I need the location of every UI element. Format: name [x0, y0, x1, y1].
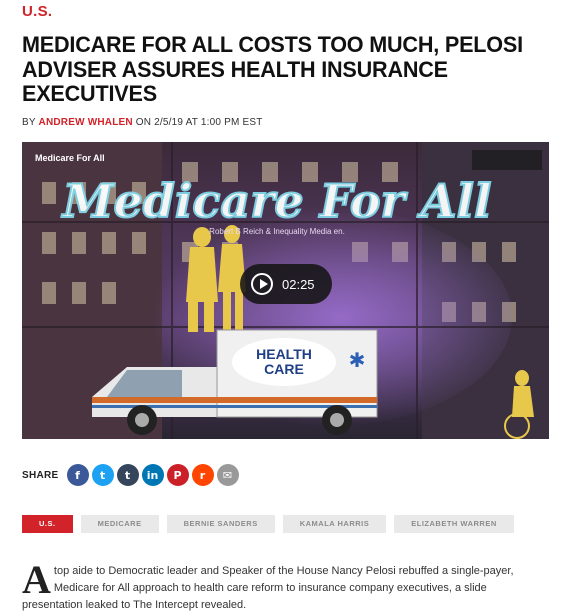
- tag-list: U.S. MEDICARE BERNIE SANDERS KAMALA HARR…: [22, 515, 522, 533]
- headline: MEDICARE FOR ALL COSTS TOO MUCH, PELOSI …: [22, 32, 523, 106]
- ambulance-label-line1: HEALTH: [256, 346, 312, 362]
- byline-prefix: BY: [22, 117, 36, 128]
- email-share-button[interactable]: ✉: [216, 464, 239, 486]
- share-bar: SHARE f t t in P r ✉: [22, 463, 242, 487]
- drop-cap: A: [22, 557, 51, 602]
- tumblr-share-button[interactable]: t: [116, 464, 139, 486]
- article-paragraph: A top aide to Democratic leader and Spea…: [22, 557, 550, 614]
- neon-title: Medicare For All: [61, 174, 492, 228]
- section-label[interactable]: U.S.: [22, 3, 52, 20]
- facebook-share-button[interactable]: f: [66, 464, 89, 486]
- tag-elizabeth-warren[interactable]: ELIZABETH WARREN: [394, 515, 514, 533]
- reddit-icon: r: [199, 468, 206, 482]
- byline: BY ANDREW WHALEN ON 2/5/19 AT 1:00 PM ES…: [22, 117, 263, 128]
- facebook-icon: f: [75, 468, 80, 482]
- article-text: top aide to Democratic leader and Speake…: [22, 565, 514, 611]
- twitter-share-button[interactable]: t: [91, 464, 114, 486]
- author-link[interactable]: ANDREW WHALEN: [39, 117, 133, 128]
- twitter-icon: t: [99, 468, 106, 482]
- tag-medicare[interactable]: MEDICARE: [80, 515, 159, 533]
- video-title: Medicare For All: [35, 153, 105, 163]
- publish-date: ON 2/5/19 AT 1:00 PM EST: [135, 117, 263, 128]
- ambulance-label-line2: CARE: [264, 361, 304, 377]
- pinterest-icon: P: [173, 468, 182, 482]
- play-icon: [251, 273, 273, 295]
- share-label: SHARE: [22, 469, 59, 481]
- tag-kamala-harris[interactable]: KAMALA HARRIS: [282, 515, 387, 533]
- svg-text:✱: ✱: [349, 348, 366, 372]
- play-button[interactable]: 02:25: [240, 264, 332, 304]
- tumblr-icon: t: [124, 468, 131, 482]
- video-duration: 02:25: [282, 276, 315, 292]
- tag-bernie-sanders[interactable]: BERNIE SANDERS: [166, 515, 275, 533]
- linkedin-share-button[interactable]: in: [141, 464, 164, 486]
- video-credit: Robert B Reich & Inequality Media en.: [209, 227, 345, 236]
- pinterest-share-button[interactable]: P: [166, 464, 189, 486]
- email-icon: ✉: [222, 468, 233, 482]
- tag-us[interactable]: U.S.: [22, 515, 73, 533]
- linkedin-icon: in: [146, 468, 159, 482]
- video-player[interactable]: HEALTH CARE ✱ Medicare For All Robert B …: [22, 142, 549, 439]
- reddit-share-button[interactable]: r: [191, 464, 214, 486]
